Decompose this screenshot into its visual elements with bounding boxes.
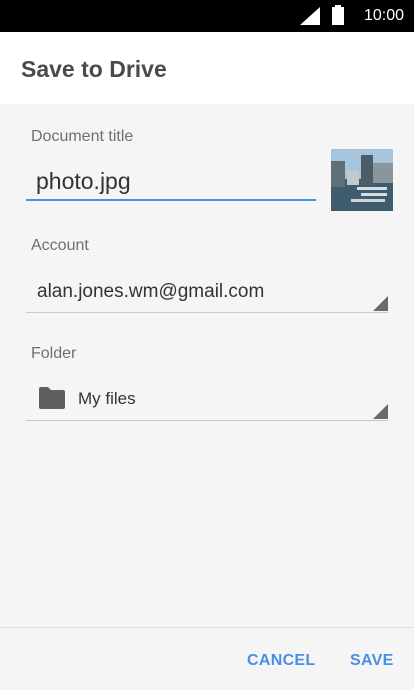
save-button[interactable]: SAVE: [350, 648, 394, 674]
status-bar: 10:00: [0, 0, 414, 32]
dropdown-triangle-icon: [373, 404, 388, 419]
dialog-header: Save to Drive: [0, 32, 414, 104]
battery-icon: [332, 5, 344, 25]
dialog-title: Save to Drive: [21, 56, 167, 82]
status-time: 10:00: [363, 7, 404, 24]
document-title-label: Document title: [31, 128, 134, 145]
photo-thumbnail: [331, 149, 393, 211]
dropdown-triangle-icon: [373, 296, 388, 311]
account-value: alan.jones.wm@gmail.com: [37, 281, 265, 302]
document-title-input[interactable]: [26, 165, 316, 201]
account-select[interactable]: alan.jones.wm@gmail.com: [26, 273, 388, 313]
folder-select[interactable]: My files: [26, 381, 388, 421]
folder-label: Folder: [31, 345, 77, 362]
footer-divider: [0, 627, 414, 628]
folder-icon: [39, 387, 65, 409]
folder-value: My files: [78, 389, 136, 408]
account-label: Account: [31, 237, 89, 254]
signal-icon: [300, 7, 320, 25]
cancel-button[interactable]: CANCEL: [247, 648, 315, 674]
